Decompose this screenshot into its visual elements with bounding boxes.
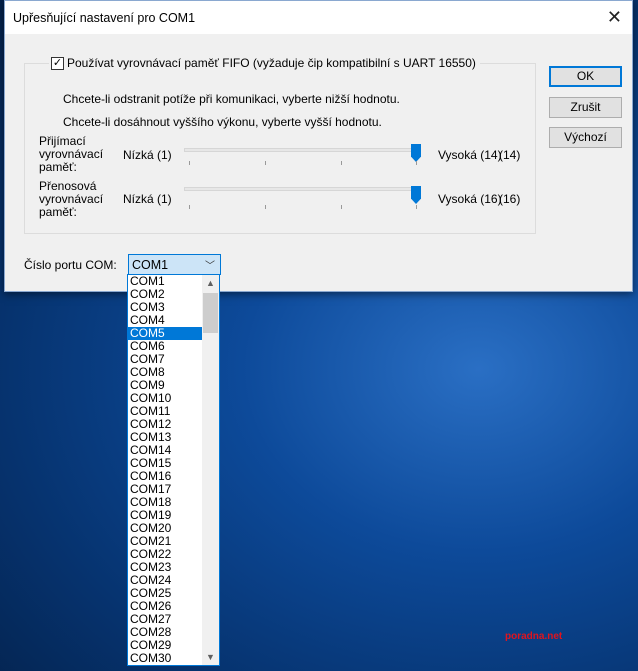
receive-high: Vysoká (14) — [438, 148, 502, 162]
port-combobox[interactable]: COM1 ﹀ — [128, 254, 221, 275]
chevron-down-icon[interactable]: ﹀ — [205, 257, 215, 272]
tick — [416, 161, 417, 165]
dialog-title: Upřesňující nastavení pro COM1 — [13, 11, 196, 25]
transmit-slider[interactable] — [184, 187, 420, 191]
transmit-slider-thumb[interactable] — [411, 186, 421, 204]
scroll-down-icon[interactable]: ▼ — [202, 652, 219, 662]
title-bar: Upřesňující nastavení pro COM1 ✕ — [5, 1, 632, 34]
receive-slider-thumb[interactable] — [411, 144, 421, 162]
port-option[interactable]: COM30 — [128, 652, 203, 665]
fifo-checkbox[interactable]: ✓ Používat vyrovnávací paměť FIFO (vyžad… — [49, 56, 480, 70]
tick — [341, 205, 342, 209]
tick — [341, 161, 342, 165]
port-label: Číslo portu COM: — [24, 258, 117, 272]
cancel-button[interactable]: Zrušit — [549, 97, 622, 118]
ok-button[interactable]: OK — [549, 66, 622, 87]
receive-low: Nízká (1) — [123, 148, 172, 162]
advanced-settings-dialog: Upřesňující nastavení pro COM1 ✕ ✓ Použí… — [4, 0, 633, 292]
checkmark-icon[interactable]: ✓ — [51, 56, 64, 70]
default-button[interactable]: Výchozí — [549, 127, 622, 148]
watermark: poradna.net — [505, 631, 563, 642]
tick — [189, 205, 190, 209]
hint-high: Chcete-li dosáhnout vyššího výkonu, vybe… — [63, 115, 382, 129]
transmit-low: Nízká (1) — [123, 192, 172, 206]
transmit-high: Vysoká (16) — [438, 192, 502, 206]
transmit-label: Přenosová vyrovnávací paměť: — [39, 179, 104, 219]
scrollbar-thumb[interactable] — [203, 293, 218, 333]
close-icon[interactable]: ✕ — [607, 7, 622, 28]
fifo-group: ✓ Používat vyrovnávací paměť FIFO (vyžad… — [24, 56, 536, 234]
tick — [416, 205, 417, 209]
port-dropdown-list: COM1 COM2 COM3 COM4 COM5 COM6 COM7 COM8 COM9 COM1… — [127, 274, 220, 666]
scroll-up-icon[interactable]: ▲ — [202, 278, 219, 288]
tick — [265, 205, 266, 209]
tick — [189, 161, 190, 165]
receive-value: (14) — [499, 148, 521, 162]
receive-label: Přijímací vyrovnávací paměť: — [39, 134, 104, 174]
tick — [265, 161, 266, 165]
port-value: COM1 — [132, 258, 169, 272]
fifo-label: Používat vyrovnávací paměť FIFO (vyžaduj… — [67, 56, 476, 70]
hint-low: Chcete-li odstranit potíže při komunikac… — [63, 92, 400, 106]
transmit-value: (16) — [499, 192, 521, 206]
receive-slider[interactable] — [184, 148, 420, 152]
scrollbar[interactable]: ▲ ▼ — [202, 275, 219, 665]
